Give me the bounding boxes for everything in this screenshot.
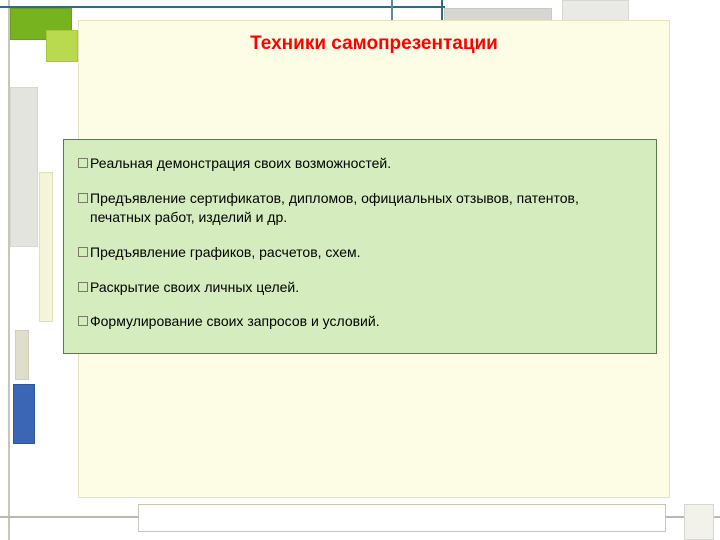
bullet-list: Реальная демонстрация своих возможностей… [78, 154, 638, 331]
list-item: Предъявление графиков, расчетов, схем. [78, 243, 638, 262]
list-item-text: Реальная демонстрация своих возможностей… [90, 155, 391, 171]
list-item-text: Формулирование своих запросов и условий. [90, 313, 380, 329]
decor-block [10, 87, 38, 247]
list-item: Реальная демонстрация своих возможностей… [78, 154, 638, 173]
slide-title: Техники самопрезентации [79, 33, 669, 55]
decor-block [46, 30, 78, 62]
list-item-text: Раскрытие своих личных целей. [90, 279, 299, 295]
list-item: Предъявление сертификатов, дипломов, офи… [78, 189, 638, 227]
decor-block [39, 172, 53, 322]
decor-block [13, 384, 35, 444]
list-item: Раскрытие своих личных целей. [78, 278, 638, 297]
list-item-text: Предъявление сертификатов, дипломов, офи… [90, 190, 579, 225]
slide-panel: Техники самопрезентации Реальная демонст… [78, 20, 670, 498]
slide-stage: Техники самопрезентации Реальная демонст… [0, 0, 720, 540]
decor-block [138, 504, 666, 532]
decor-line [441, 0, 443, 22]
list-item-text: Предъявление графиков, расчетов, схем. [90, 244, 361, 260]
list-item: Формулирование своих запросов и условий. [78, 312, 638, 331]
content-box: Реальная демонстрация своих возможностей… [63, 139, 657, 354]
decor-line [8, 0, 10, 540]
decor-block [15, 330, 29, 380]
decor-block [684, 504, 714, 540]
